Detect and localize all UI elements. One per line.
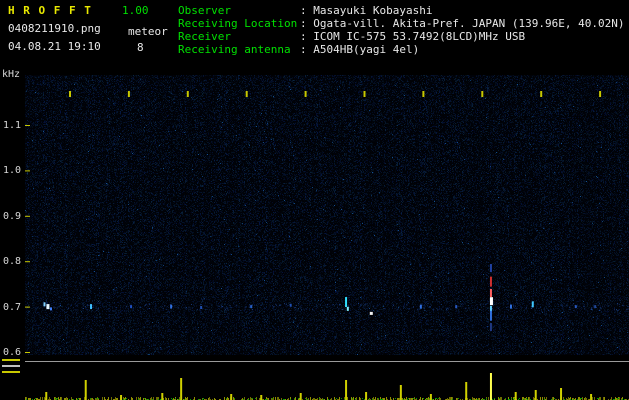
info-value: : A504HB(yagi 4el) bbox=[300, 43, 420, 56]
freq-tick-label: 1.0 bbox=[3, 165, 22, 176]
scale-mark-top bbox=[2, 359, 20, 361]
hrofft-screenshot: H R O F F T 1.00 0408211910.png meteor 0… bbox=[0, 0, 629, 400]
info-value: : Ogata-vill. Akita-Pref. JAPAN (139.96E… bbox=[300, 17, 625, 30]
amplitude-canvas bbox=[25, 358, 629, 400]
freq-tick-label: 0.8 bbox=[3, 256, 22, 267]
timestamp: 04.08.21 19:10 bbox=[8, 40, 101, 53]
app-title: H R O F F T bbox=[8, 4, 92, 17]
freq-unit-label: kHz bbox=[2, 69, 21, 80]
scale-mark-bottom bbox=[2, 371, 20, 373]
freq-tick-label: 0.6 bbox=[3, 347, 22, 358]
spectrogram-canvas bbox=[25, 75, 629, 355]
meteor-count: 8 bbox=[137, 41, 144, 54]
info-label: Receiver bbox=[178, 30, 231, 43]
app-version: 1.00 bbox=[122, 4, 149, 17]
mode-label: meteor bbox=[128, 25, 168, 38]
info-label: Observer bbox=[178, 4, 231, 17]
info-value: : ICOM IC-575 53.7492(8LCD)MHz USB bbox=[300, 30, 526, 43]
info-label: Receiving Location bbox=[178, 17, 298, 30]
info-label: Receiving antenna bbox=[178, 43, 291, 56]
freq-tick-label: 0.9 bbox=[3, 211, 22, 222]
file-name: 0408211910.png bbox=[8, 22, 101, 35]
info-value: : Masayuki Kobayashi bbox=[300, 4, 433, 17]
freq-tick-label: 1.1 bbox=[3, 120, 22, 131]
freq-tick-label: 0.7 bbox=[3, 302, 22, 313]
scale-mark-middle bbox=[2, 365, 20, 367]
